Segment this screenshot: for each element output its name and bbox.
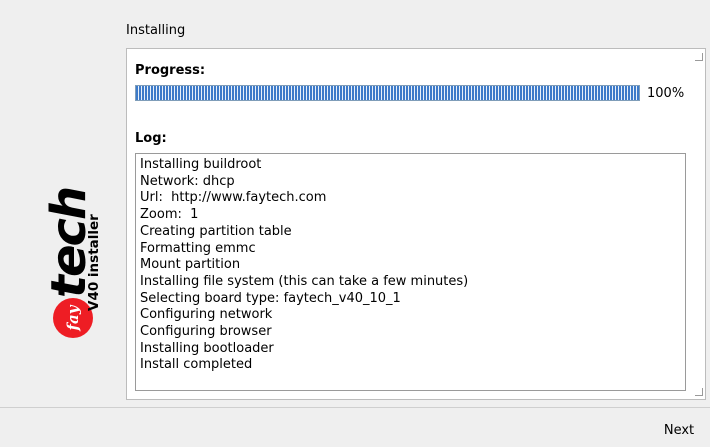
footer-divider <box>0 407 710 408</box>
logo-badge-text: fay <box>64 305 82 331</box>
log-line: Installing bootloader <box>140 340 274 356</box>
faytech-logo: fay tech V40 installer <box>41 102 102 352</box>
log-line: Network: dhcp <box>140 173 235 189</box>
page-title: Installing <box>126 23 186 38</box>
log-label: Log: <box>135 131 167 146</box>
resize-grip-icon <box>695 388 703 396</box>
progress-bar <box>135 85 640 101</box>
log-line: Mount partition <box>140 257 241 273</box>
log-line: Install completed <box>140 357 253 373</box>
log-line: Creating partition table <box>140 223 292 239</box>
progress-percent: 100% <box>647 86 685 101</box>
log-line: Installing file system (this can take a … <box>140 273 469 289</box>
log-line: Url: http://www.faytech.com <box>140 190 327 206</box>
install-panel: Progress: 100% Log: Installing buildroot… <box>126 48 706 400</box>
installer-tagline: V40 installer <box>86 214 102 311</box>
log-textbox[interactable]: Installing buildroot Network: dhcp Url: ht… <box>135 153 686 391</box>
progress-label: Progress: <box>135 63 206 78</box>
log-line: Selecting board type: faytech_v40_10_1 <box>140 290 401 306</box>
sidebar: fay tech V40 installer <box>0 0 120 405</box>
log-line: Configuring network <box>140 307 273 323</box>
log-line: Formatting emmc <box>140 240 256 256</box>
resize-grip-icon <box>695 53 703 61</box>
next-button[interactable]: Next <box>650 419 708 443</box>
log-line: Installing buildroot <box>140 157 262 172</box>
log-line: Zoom: 1 <box>140 207 199 223</box>
progress-fill <box>136 86 639 100</box>
log-line: Configuring browser <box>140 324 272 340</box>
